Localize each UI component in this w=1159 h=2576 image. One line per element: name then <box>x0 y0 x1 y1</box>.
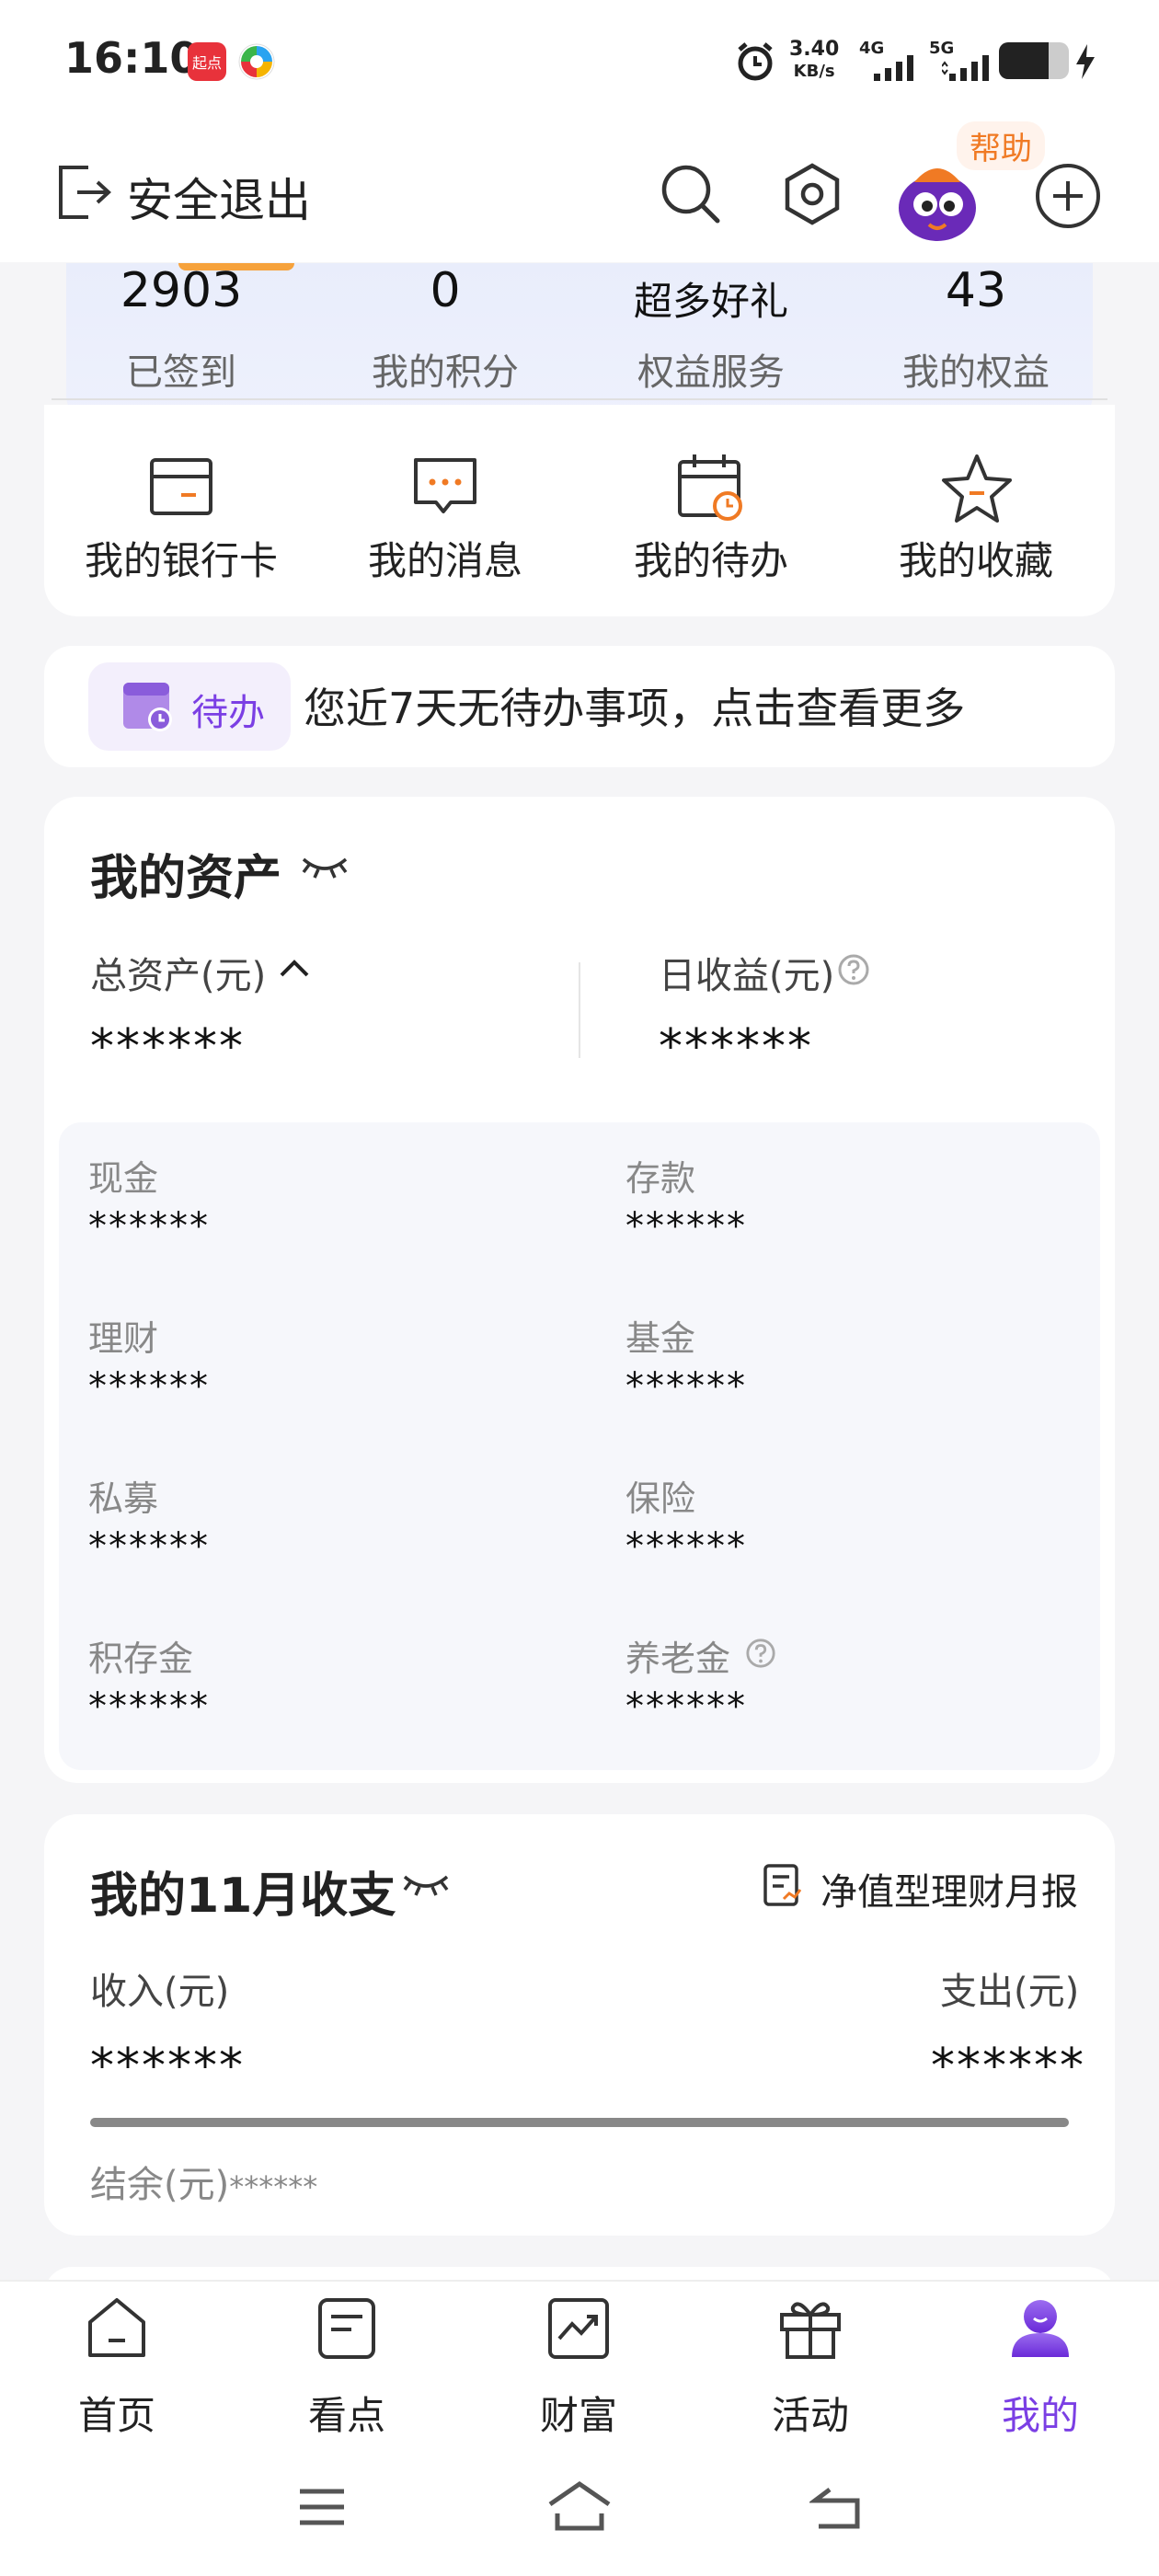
exit-icon[interactable] <box>53 162 114 223</box>
expense-label: 支出(元) <box>940 1971 1080 2013</box>
category-label[interactable]: 养老金 <box>625 1630 730 1681</box>
help-circle-icon[interactable] <box>837 953 870 986</box>
category-value: ****** <box>625 1205 747 1248</box>
category-label[interactable]: 基金 <box>625 1310 695 1361</box>
nav-home[interactable]: 首页 <box>52 2385 181 2441</box>
nav-wealth[interactable]: 财富 <box>514 2385 643 2441</box>
services-label: 权益服务 <box>637 351 785 394</box>
message-label[interactable]: 我的消息 <box>316 530 574 586</box>
category-label[interactable]: 保险 <box>625 1470 695 1521</box>
rights-value: 43 <box>945 263 1007 318</box>
battery-icon <box>999 42 1069 79</box>
chevron-up-icon[interactable] <box>278 955 311 983</box>
income-value: ****** <box>90 2039 245 2094</box>
balance-value: ****** <box>229 2169 318 2204</box>
category-value: ****** <box>88 1525 210 1568</box>
app-notification-icon-2 <box>237 42 276 81</box>
category-label[interactable]: 存款 <box>625 1150 695 1201</box>
settings-icon[interactable] <box>780 162 844 226</box>
income-title: 我的11月收支 <box>90 1869 396 1924</box>
category-label[interactable]: 现金 <box>88 1150 158 1201</box>
hide-eye-icon[interactable] <box>401 1868 451 1901</box>
category-value: ****** <box>625 1525 747 1568</box>
bank-card-label[interactable]: 我的银行卡 <box>52 530 310 586</box>
points-label: 我的积分 <box>372 351 519 394</box>
star-icon[interactable] <box>940 451 1014 524</box>
nav-activities[interactable]: 活动 <box>746 2385 875 2441</box>
expense-value: ****** <box>931 2039 1085 2094</box>
daily-income-value: ****** <box>659 1019 813 1075</box>
income-expense-bar <box>90 2118 1069 2127</box>
hide-eye-icon[interactable] <box>300 850 350 883</box>
sign-in-label: 已签到 <box>126 351 236 394</box>
mascot-avatar-icon[interactable] <box>889 153 986 245</box>
assets-title: 我的资产 <box>90 851 282 906</box>
report-icon[interactable] <box>762 1862 804 1908</box>
system-home-icon[interactable] <box>546 2478 613 2534</box>
nav-articles[interactable]: 看点 <box>282 2385 411 2441</box>
signal-icon <box>874 53 920 81</box>
sign-in-count: 2903 <box>120 263 243 318</box>
banner-edge <box>52 396 1107 403</box>
home-icon[interactable] <box>83 2294 151 2363</box>
nav-divider <box>0 2280 1159 2282</box>
bank-card-icon[interactable] <box>144 451 218 524</box>
help-circle-icon[interactable] <box>745 1638 776 1669</box>
divider <box>579 962 580 1058</box>
add-icon[interactable] <box>1034 162 1102 230</box>
total-assets-value: ****** <box>90 1019 245 1075</box>
exit-button[interactable]: 安全退出 <box>127 164 311 230</box>
back-icon[interactable] <box>808 2484 865 2532</box>
daily-income-label: 日收益(元) <box>659 955 835 997</box>
category-value: ****** <box>625 1365 747 1408</box>
monthly-report-link[interactable]: 净值型理财月报 <box>820 1862 1078 1915</box>
todo-message[interactable]: 您近7天无待办事项，点击查看更多 <box>304 675 965 736</box>
gifts-value: 超多好礼 <box>633 279 788 324</box>
category-value: ****** <box>88 1685 210 1728</box>
category-label[interactable]: 理财 <box>88 1310 158 1361</box>
signal-icon-2 <box>941 53 990 81</box>
category-value: ****** <box>625 1685 747 1728</box>
nav-mine[interactable]: 我的 <box>976 2385 1105 2441</box>
network-speed: 3.40 <box>789 38 840 61</box>
article-icon[interactable] <box>313 2294 381 2363</box>
message-icon[interactable] <box>408 451 482 524</box>
rights-label: 我的权益 <box>902 351 1050 394</box>
todo-calendar-icon <box>121 677 175 732</box>
app-notification-icon: 起点 <box>188 42 226 81</box>
total-assets-label: 总资产(元) <box>90 955 267 997</box>
status-time: 16:10 <box>64 33 200 83</box>
category-value: ****** <box>88 1365 210 1408</box>
category-label[interactable]: 私募 <box>88 1470 158 1521</box>
profile-icon[interactable] <box>1006 2294 1074 2363</box>
search-icon[interactable] <box>659 162 723 226</box>
category-value: ****** <box>88 1205 210 1248</box>
charging-icon <box>1074 44 1096 79</box>
category-label[interactable]: 积存金 <box>88 1630 193 1681</box>
todo-label[interactable]: 我的待办 <box>582 530 840 586</box>
balance-label: 结余(元) <box>90 2164 230 2206</box>
calendar-icon[interactable] <box>674 451 748 524</box>
todo-chip-label: 待办 <box>191 692 265 734</box>
favorites-label[interactable]: 我的收藏 <box>847 530 1105 586</box>
asset-categories-panel <box>59 1122 1100 1770</box>
network-speed-unit: KB/s <box>793 62 835 81</box>
menu-icon[interactable] <box>296 2484 348 2530</box>
alarm-icon <box>734 40 776 83</box>
gift-icon[interactable] <box>776 2294 844 2363</box>
income-label: 收入(元) <box>90 1971 230 2013</box>
points-value: 0 <box>430 263 461 318</box>
chart-icon[interactable] <box>545 2294 613 2363</box>
